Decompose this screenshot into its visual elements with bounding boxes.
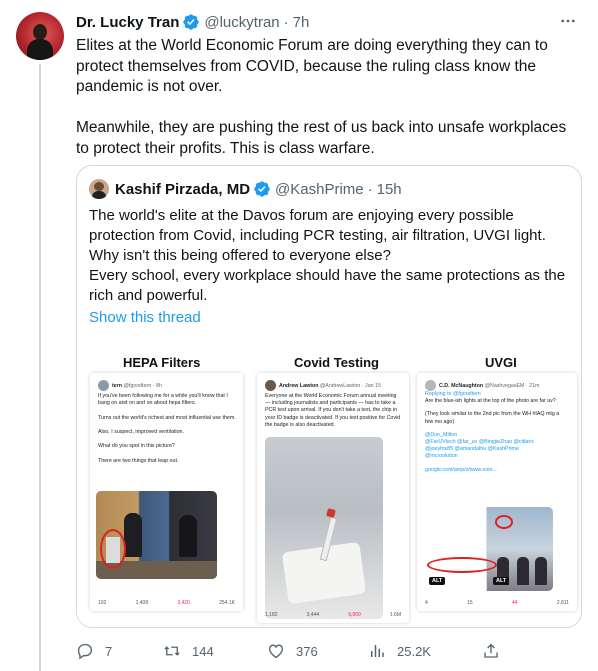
verified-badge-icon — [183, 14, 200, 30]
heart-icon — [268, 644, 284, 659]
alt-badge: ALT — [493, 577, 510, 585]
mini-tweet-text-2: (They look similar to the 2nd pic from t… — [425, 411, 560, 425]
mini-avatar — [265, 380, 276, 391]
reply-icon — [77, 643, 93, 660]
reply-button[interactable]: 7 — [76, 640, 112, 662]
views-chart-icon — [371, 645, 384, 657]
mini-url: google.com/amp/s/www.ooin... — [425, 466, 497, 473]
tweet-body: Elites at the World Economic Forum are d… — [76, 37, 567, 157]
mini-handle: @AndrewLawton · Jan 15 — [319, 382, 381, 389]
verified-badge-icon — [254, 181, 270, 197]
mini-handle: @fgoodtern · 8h — [123, 382, 162, 389]
quoted-author-name: Kashif Pirzada, MD — [115, 180, 251, 198]
alt-badge: ALT — [429, 577, 446, 585]
views-button[interactable]: 25.2K — [368, 640, 431, 662]
tweet-header: Dr. Lucky Tran @luckytran · 7h — [76, 12, 582, 32]
share-icon — [484, 643, 498, 658]
mini-author: C.D. McNaughton — [439, 382, 484, 389]
separator-dot: · — [367, 180, 373, 198]
quoted-tweet-media-collage[interactable]: HEPA Filters tern @fgoodtern · 8h If you… — [77, 341, 581, 627]
author-name[interactable]: Dr. Lucky Tran — [76, 14, 179, 31]
tweet-timestamp[interactable]: 7h — [293, 14, 310, 31]
mini-tweet-stats: 4 15 44 2,811 — [425, 600, 569, 606]
red-circle-annotation — [495, 515, 513, 529]
more-horizontal-icon[interactable] — [556, 10, 580, 32]
quoted-author-handle: @KashPrime — [275, 180, 364, 198]
share-button[interactable] — [482, 640, 511, 662]
author-handle[interactable]: @luckytran — [204, 14, 279, 31]
retweet-icon — [164, 646, 180, 656]
mini-handle: @NashvegasEM · 21m — [484, 382, 540, 389]
meeting-photo — [96, 491, 217, 579]
mini-tweet-text: Everyone at the World Economic Forum ann… — [265, 393, 401, 428]
mini-tweet-text: Are the blue-ish lights at the top of th… — [425, 398, 556, 405]
quoted-tweet-body: The world's elite at the Davos forum are… — [89, 207, 566, 304]
like-button[interactable]: 376 — [267, 640, 318, 662]
pcr-test-kit-photo — [265, 437, 383, 619]
mini-mentions: @Don_Milton @FarUVtech @far_uv @BingjieZ… — [425, 431, 534, 460]
mini-tweet-text: If you've been following me for a while … — [98, 393, 236, 464]
thread-connector-line — [39, 64, 41, 671]
mini-author: tern — [112, 382, 123, 389]
separator-dot: · — [283, 13, 289, 31]
mini-avatar — [425, 380, 436, 391]
red-circle-annotation — [427, 557, 497, 573]
like-count: 376 — [296, 643, 318, 659]
mini-author: Andrew Lawton — [279, 382, 319, 389]
tweet-action-bar: 7 144 376 25.2K — [76, 640, 516, 662]
quoted-tweet-header: Kashif Pirzada, MD @KashPrime · 15h — [89, 179, 402, 199]
red-circle-annotation — [100, 529, 126, 569]
conference-photo: ALT ALT — [425, 507, 553, 591]
retweet-button[interactable]: 144 — [163, 640, 214, 662]
panel-title-uvgi: UVGI — [485, 355, 517, 370]
quoted-author-avatar — [89, 179, 109, 199]
screenshot-card-testing: Andrew Lawton @AndrewLawton · Jan 15 Eve… — [257, 373, 409, 623]
panel-title-hepa: HEPA Filters — [123, 355, 201, 370]
mini-tweet-stats: 102 1,408 3,420 254.1K — [98, 600, 235, 606]
panel-title-testing: Covid Testing — [294, 355, 379, 370]
mini-reply-to: Replying to @fgoodtern — [425, 391, 481, 397]
screenshot-card-uvgi: C.D. McNaughton @NashvegasEM · 21m Reply… — [417, 373, 577, 611]
reply-count: 7 — [105, 643, 113, 659]
mini-avatar — [98, 380, 109, 391]
mini-tweet-stats: 1,182 3,444 9,900 1.6M — [265, 612, 401, 618]
retweet-count: 144 — [192, 643, 214, 659]
author-avatar[interactable] — [16, 12, 64, 60]
show-thread-link[interactable]: Show this thread — [89, 309, 201, 326]
quoted-tweet-timestamp: 15h — [376, 180, 402, 198]
views-count: 25.2K — [397, 643, 431, 659]
quoted-tweet-card[interactable]: Kashif Pirzada, MD @KashPrime · 15h The … — [76, 165, 582, 628]
screenshot-card-hepa: tern @fgoodtern · 8h If you've been foll… — [90, 373, 243, 611]
